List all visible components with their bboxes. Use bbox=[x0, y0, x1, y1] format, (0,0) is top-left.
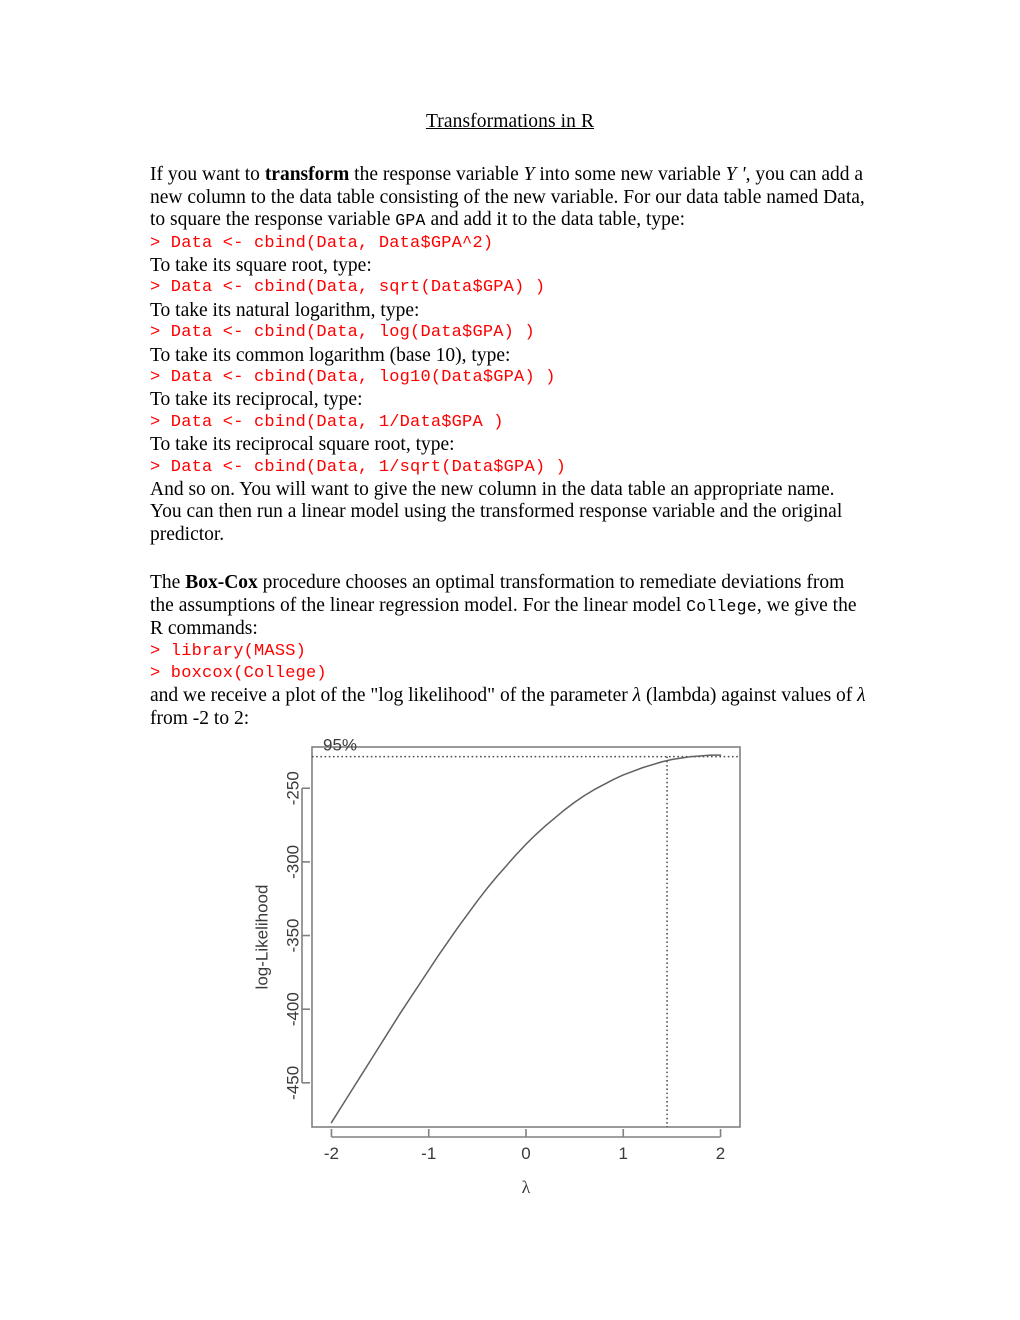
par4-part1: and we receive a plot of the "log likeli… bbox=[150, 685, 633, 707]
boxcox-plot-svg: 95% -2 -1 0 1 2 -450 -400 -350 -300 -250 λ log-Likel… bbox=[252, 736, 741, 1197]
y-axis-tick-label: -300 bbox=[283, 845, 302, 879]
code-line-library-mass: > library(MASS) bbox=[150, 641, 307, 661]
x-axis-tick-label: 2 bbox=[716, 1144, 725, 1163]
y-axis-tick-label: -350 bbox=[283, 919, 302, 953]
y-axis-title: log-Likelihood bbox=[252, 885, 271, 990]
par1-var-y: Y bbox=[523, 164, 535, 186]
intro-line-log: To take its natural logarithm, type: bbox=[150, 299, 420, 321]
code-line-reciprocal: > Data <- cbind(Data, 1/Data$GPA ) bbox=[150, 412, 504, 432]
paragraph-and-so-on: And so on. You will want to give the new… bbox=[150, 479, 843, 545]
y-axis-tick-label: -450 bbox=[283, 1066, 302, 1100]
code-line-log: > Data <- cbind(Data, log(Data$GPA) ) bbox=[150, 323, 535, 343]
par1-var-y-prime: Y ' bbox=[725, 164, 746, 186]
x-axis-title: λ bbox=[522, 1177, 531, 1197]
document-content: Transformations in R If you want to tran… bbox=[150, 110, 870, 730]
x-axis-tick-label: -1 bbox=[421, 1144, 436, 1163]
loglikelihood-curve bbox=[330, 754, 722, 1124]
par4-part2: (lambda) against values of bbox=[641, 685, 858, 707]
par1-code-gpa: GPA bbox=[395, 211, 426, 231]
x-axis-tick-label: 0 bbox=[521, 1144, 530, 1163]
par1-part5: and add it to the data table, type: bbox=[425, 209, 685, 231]
par4-part3: from -2 to 2: bbox=[150, 707, 250, 729]
paragraph-boxcox: The Box-Cox procedure chooses an optimal… bbox=[150, 572, 870, 640]
par1-part3: into some new variable bbox=[534, 164, 726, 186]
intro-line-log10: To take its common logarithm (base 10), … bbox=[150, 344, 511, 366]
par1-part2: the response variable bbox=[349, 164, 524, 186]
ci-label-95: 95% bbox=[323, 736, 357, 755]
intro-line-reciprocal: To take its reciprocal, type: bbox=[150, 389, 363, 411]
code-line-sqrt: > Data <- cbind(Data, sqrt(Data$GPA) ) bbox=[150, 278, 546, 298]
par4-lambda-1: λ bbox=[632, 685, 642, 707]
intro-line-reciprocal-sqrt: To take its reciprocal square root, type… bbox=[150, 434, 455, 456]
y-axis-tick-label: -400 bbox=[283, 992, 302, 1026]
par4-lambda-2: λ bbox=[857, 685, 866, 707]
paragraph-plot-desc: and we receive a plot of the "log likeli… bbox=[150, 685, 870, 730]
par3-code-college: College bbox=[686, 596, 757, 616]
code-line-reciprocal-sqrt: > Data <- cbind(Data, 1/sqrt(Data$GPA) ) bbox=[150, 457, 567, 477]
plot-border bbox=[311, 746, 741, 1128]
x-axis-tick-label: -2 bbox=[324, 1144, 339, 1163]
intro-line-sqrt: To take its square root, type: bbox=[150, 255, 372, 276]
code-line-log10: > Data <- cbind(Data, log10(Data$GPA) ) bbox=[150, 368, 556, 388]
title-spacer bbox=[150, 134, 870, 164]
document-page: Transformations in R If you want to tran… bbox=[0, 0, 1020, 1320]
par1-part1: If you want to bbox=[150, 164, 265, 186]
boxcox-plot: 95% -2 -1 0 1 2 -450 -400 -350 -300 -250 λ log-Likel… bbox=[245, 735, 775, 1215]
code-line-square: > Data <- cbind(Data, Data$GPA^2) bbox=[150, 233, 494, 253]
page-title: Transformations in R bbox=[425, 111, 595, 132]
code-line-boxcox-college: > boxcox(College) bbox=[150, 663, 327, 683]
x-axis-tick-label: 1 bbox=[619, 1144, 628, 1163]
y-axis-tick-label: -250 bbox=[283, 771, 302, 805]
par3-bold-boxcox: Box-Cox bbox=[185, 572, 258, 594]
paragraph-intro: If you want to transform the response va… bbox=[150, 164, 870, 232]
par3-part1: The bbox=[150, 572, 186, 594]
par1-bold-transform: transform bbox=[264, 164, 350, 186]
